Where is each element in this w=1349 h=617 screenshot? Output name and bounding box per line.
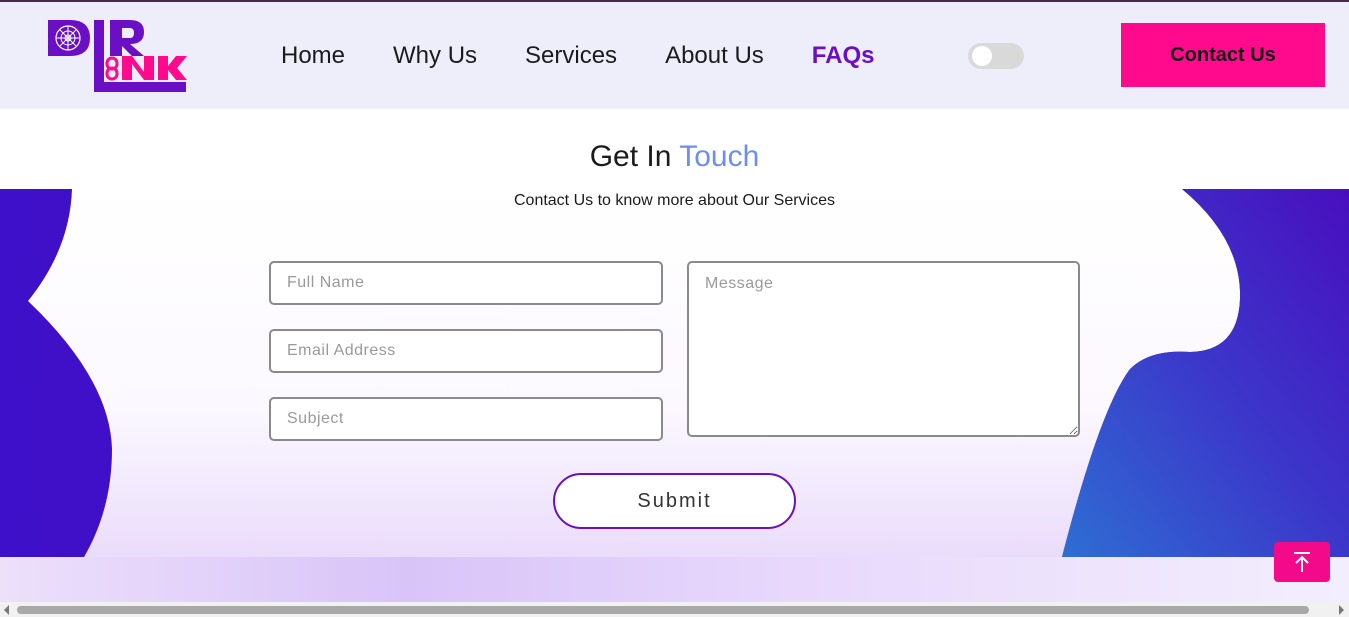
main-nav: Home Why Us Services About Us FAQs bbox=[281, 2, 922, 109]
section-subtitle: Contact Us to know more about Our Servic… bbox=[513, 192, 836, 209]
scrollbar-thumb[interactable] bbox=[17, 606, 1309, 614]
section-title: Get In Touch bbox=[589, 140, 760, 173]
nav-about-us[interactable]: About Us bbox=[665, 42, 764, 70]
nav-services[interactable]: Services bbox=[525, 42, 617, 70]
contact-us-button[interactable]: Contact Us bbox=[1121, 23, 1325, 87]
subject-input[interactable] bbox=[269, 397, 663, 441]
scroll-left-icon[interactable] bbox=[4, 605, 9, 615]
email-input[interactable] bbox=[269, 329, 663, 373]
title-accent: Touch bbox=[679, 140, 760, 173]
theme-toggle[interactable] bbox=[968, 43, 1024, 69]
arrow-up-to-line-icon bbox=[1294, 552, 1310, 572]
message-textarea[interactable] bbox=[687, 261, 1080, 437]
scroll-right-icon[interactable] bbox=[1339, 605, 1344, 615]
nav-faqs[interactable]: FAQs bbox=[812, 42, 875, 70]
nav-why-us[interactable]: Why Us bbox=[393, 42, 477, 70]
toggle-knob bbox=[972, 46, 992, 66]
scroll-to-top-button[interactable] bbox=[1274, 542, 1330, 582]
submit-button[interactable]: Submit bbox=[553, 473, 796, 529]
horizontal-scrollbar[interactable] bbox=[0, 602, 1349, 617]
site-header: Home Why Us Services About Us FAQs Conta… bbox=[0, 2, 1349, 109]
dirlink-logo[interactable] bbox=[46, 18, 188, 94]
full-name-input[interactable] bbox=[269, 261, 663, 305]
lower-gradient-band bbox=[0, 557, 1349, 602]
nav-home[interactable]: Home bbox=[281, 42, 345, 70]
